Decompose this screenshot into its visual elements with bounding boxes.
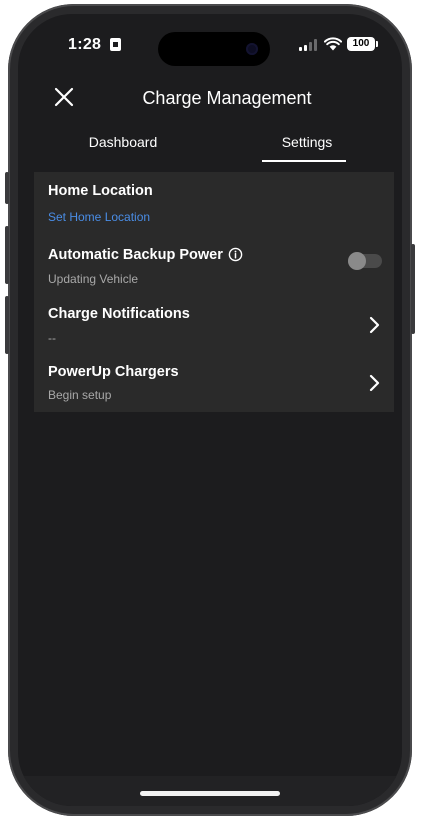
toggle-knob: [348, 252, 366, 270]
app-screen: 1:28 100 Charge Management Dashboard Set…: [18, 14, 402, 806]
volume-down-button: [5, 296, 9, 354]
cellular-signal-icon: [299, 39, 319, 51]
powerup-chargers-row[interactable]: PowerUp Chargers Begin setup: [34, 356, 394, 412]
home-indicator[interactable]: [140, 791, 280, 796]
dynamic-island: [158, 32, 270, 66]
backup-power-title: Automatic Backup Power: [48, 247, 223, 263]
wifi-icon: [324, 37, 342, 51]
app-header: Charge Management: [18, 76, 402, 120]
status-time: 1:28: [68, 36, 102, 53]
set-home-location-link[interactable]: Set Home Location: [48, 210, 150, 224]
active-tab-indicator: [262, 160, 346, 162]
page-title: Charge Management: [142, 88, 312, 108]
status-bar: 1:28 100: [18, 14, 402, 76]
home-location-title: Home Location: [48, 183, 153, 199]
sim-card-icon: [110, 38, 121, 51]
backup-power-toggle[interactable]: [348, 252, 382, 270]
tab-dashboard[interactable]: Dashboard: [58, 134, 188, 150]
powerup-chargers-title: PowerUp Chargers: [48, 364, 179, 380]
power-button: [411, 244, 415, 334]
battery-icon: 100: [347, 37, 378, 51]
powerup-chargers-status: Begin setup: [48, 388, 112, 402]
tab-bar: Dashboard Settings: [18, 120, 402, 172]
volume-up-button: [5, 226, 9, 284]
camera-icon: [246, 43, 258, 55]
home-location-row[interactable]: Home Location Set Home Location: [34, 172, 394, 230]
chevron-right-icon: [369, 316, 380, 334]
charge-notifications-title: Charge Notifications: [48, 306, 190, 322]
settings-list: Home Location Set Home Location Automati…: [34, 172, 394, 412]
action-button: [5, 172, 9, 204]
tab-settings[interactable]: Settings: [242, 134, 372, 150]
info-icon[interactable]: [228, 247, 243, 262]
backup-power-row: Automatic Backup Power Updating Vehicle: [34, 238, 394, 292]
chevron-right-icon: [369, 374, 380, 392]
backup-power-status: Updating Vehicle: [48, 272, 139, 286]
charge-notifications-row[interactable]: Charge Notifications --: [34, 296, 394, 352]
charge-notifications-value: --: [48, 331, 56, 345]
